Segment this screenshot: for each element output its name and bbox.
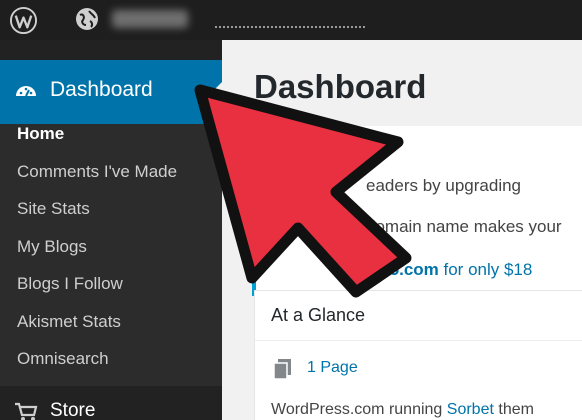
cart-icon — [15, 402, 38, 420]
submenu-item-blogs-i-follow[interactable]: Blogs I Follow — [17, 274, 123, 294]
submenu-item-omnisearch[interactable]: Omnisearch — [17, 349, 109, 369]
site-name[interactable] — [112, 10, 188, 28]
price-link[interactable]: for only $18 — [439, 260, 533, 279]
widget-title: At a Glance — [271, 305, 366, 325]
pages-icon — [273, 359, 291, 380]
submenu-item-comments[interactable]: Comments I've Made — [17, 162, 177, 182]
sidebar-item-store[interactable]: Store — [0, 392, 222, 420]
globe-icon[interactable] — [74, 6, 100, 32]
focus-outline — [215, 26, 365, 28]
at-a-glance-widget: At a Glance 1 Page WordPress.com running… — [254, 290, 582, 420]
sidebar-item-label: Store — [50, 400, 96, 420]
gauge-icon — [16, 86, 36, 97]
sidebar-item-label: Dashboard — [50, 78, 153, 101]
pointer-arrow-icon — [194, 84, 412, 298]
pages-count-link[interactable]: 1 Page — [307, 359, 358, 377]
running-suffix: them — [493, 401, 534, 418]
submenu-item-akismet-stats[interactable]: Akismet Stats — [17, 312, 121, 332]
running-prefix: WordPress.com running — [271, 401, 447, 418]
wordpress-logo-icon[interactable] — [9, 6, 38, 35]
theme-link[interactable]: Sorbet — [447, 401, 494, 418]
admin-bar — [0, 0, 582, 40]
theme-info-text: WordPress.com running Sorbet them — [271, 401, 534, 419]
submenu-item-site-stats[interactable]: Site Stats — [17, 199, 90, 219]
submenu-item-home[interactable]: Home — [17, 124, 64, 144]
submenu-item-my-blogs[interactable]: My Blogs — [17, 237, 87, 257]
